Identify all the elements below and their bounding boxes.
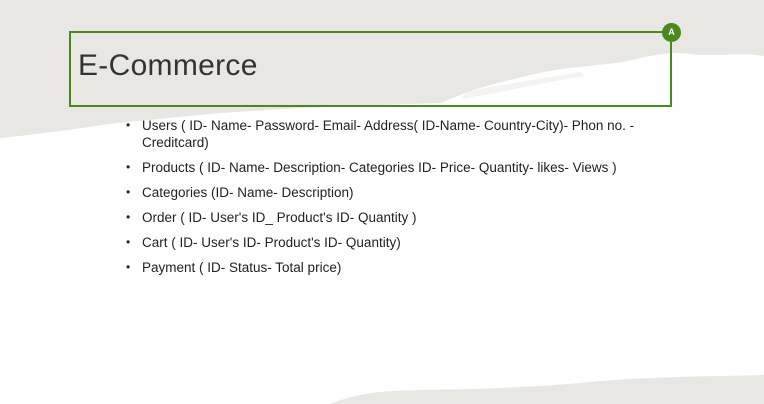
bullet-icon: • [126,160,131,174]
bullet-icon: • [126,235,131,249]
content-bullet-list[interactable]: • Users ( ID- Name- Password- Email- Add… [126,117,636,284]
bullet-text: Products ( ID- Name- Description- Catego… [142,160,617,175]
list-item: • Payment ( ID- Status- Total price) [126,259,636,276]
list-item: • Categories (ID- Name- Description) [126,184,636,201]
list-item: • Products ( ID- Name- Description- Cate… [126,159,636,176]
comment-marker-icon[interactable]: A [662,23,681,42]
bullet-text: Order ( ID- User's ID_ Product's ID- Qua… [142,210,417,225]
bottom-paper-shape [330,375,764,404]
slide-title[interactable]: E-Commerce [78,49,258,83]
list-item: • Users ( ID- Name- Password- Email- Add… [126,117,636,151]
slide-canvas: E-Commerce A • Users ( ID- Name- Passwor… [0,0,764,404]
list-item: • Cart ( ID- User's ID- Product's ID- Qu… [126,234,636,251]
bullet-text: Cart ( ID- User's ID- Product's ID- Quan… [142,235,401,250]
bullet-text: Users ( ID- Name- Password- Email- Addre… [142,118,635,150]
list-item: • Order ( ID- User's ID_ Product's ID- Q… [126,209,636,226]
bullet-icon: • [126,185,131,199]
bullet-text: Payment ( ID- Status- Total price) [142,260,342,275]
title-placeholder[interactable]: E-Commerce [69,31,672,107]
bullet-icon: • [126,118,131,132]
bullet-icon: • [126,210,131,224]
bullet-icon: • [126,260,131,274]
bullet-text: Categories (ID- Name- Description) [142,185,354,200]
